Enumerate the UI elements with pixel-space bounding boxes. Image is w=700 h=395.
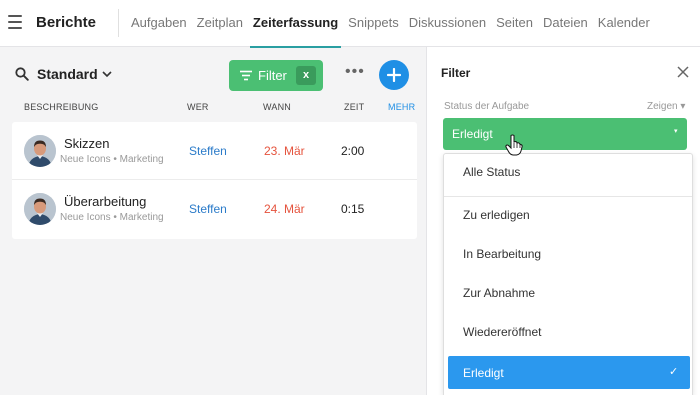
time-entries-panel: Standard Filter x ••• BESCHREIBUNG WER W… — [0, 47, 426, 395]
column-header-who: WER — [187, 102, 209, 112]
tab-dateien[interactable]: Dateien — [543, 0, 588, 47]
top-navigation: Berichte Aufgaben Zeitplan Zeiterfassung… — [0, 0, 700, 48]
entry-when: 23. Mär — [264, 144, 305, 158]
status-dropdown: Alle Status Zu erledigen In Bearbeitung … — [443, 153, 693, 395]
entry-time: 0:15 — [341, 202, 365, 216]
entry-title: Skizzen — [64, 136, 110, 151]
hand-cursor-icon — [505, 134, 523, 156]
check-icon: ✓ — [669, 366, 679, 378]
close-icon[interactable] — [677, 66, 689, 78]
more-options-icon[interactable]: ••• — [345, 64, 364, 83]
entries-list: Skizzen Neue Icons • Marketing Steffen 2… — [12, 122, 417, 239]
menu-icon[interactable] — [8, 15, 22, 29]
status-option-all[interactable]: Alle Status — [444, 154, 692, 190]
view-selector[interactable]: Standard — [37, 66, 98, 82]
clear-filter-button[interactable]: x — [296, 66, 316, 85]
entry-meta: Neue Icons • Marketing — [60, 154, 164, 165]
show-toggle[interactable]: Zeigen ▾ — [647, 101, 685, 112]
status-option-in-progress[interactable]: In Bearbeitung — [444, 236, 692, 272]
status-option-done[interactable]: Erledigt ✓ — [448, 356, 690, 389]
status-option-todo[interactable]: Zu erledigen — [444, 197, 692, 233]
status-select-value: Erledigt — [452, 127, 493, 141]
filter-button-label: Filter — [258, 68, 287, 83]
tab-zeitplan[interactable]: Zeitplan — [197, 0, 243, 47]
search-icon[interactable] — [15, 67, 29, 81]
status-select[interactable]: Erledigt ▾ — [443, 118, 687, 150]
column-header-time: ZEIT — [344, 102, 365, 112]
table-row[interactable]: Überarbeitung Neue Icons • Marketing Ste… — [12, 180, 417, 238]
tab-kalender[interactable]: Kalender — [598, 0, 650, 47]
status-option-review[interactable]: Zur Abnahme — [444, 275, 692, 311]
column-header-when: WANN — [263, 102, 291, 112]
column-header-description: BESCHREIBUNG — [24, 102, 99, 112]
entry-title: Überarbeitung — [64, 194, 147, 209]
filter-panel-title: Filter — [441, 66, 471, 80]
nav-divider — [118, 9, 119, 37]
tab-diskussionen[interactable]: Diskussionen — [409, 0, 486, 47]
tab-snippets[interactable]: Snippets — [348, 0, 399, 47]
entry-who[interactable]: Steffen — [189, 144, 227, 158]
status-filter-label: Status der Aufgabe — [444, 101, 530, 112]
app-title: Berichte — [36, 14, 97, 31]
avatar — [24, 193, 56, 225]
entry-time: 2:00 — [341, 144, 365, 158]
entry-meta: Neue Icons • Marketing — [60, 212, 164, 223]
plus-icon — [387, 68, 401, 82]
caret-down-icon: ▾ — [674, 128, 678, 135]
tab-zeiterfassung[interactable]: Zeiterfassung — [249, 0, 342, 48]
table-row[interactable]: Skizzen Neue Icons • Marketing Steffen 2… — [12, 122, 417, 180]
chevron-down-icon[interactable] — [101, 69, 113, 79]
entry-when: 24. Mär — [264, 202, 305, 216]
avatar — [24, 135, 56, 167]
add-entry-button[interactable] — [379, 60, 409, 90]
tab-aufgaben[interactable]: Aufgaben — [131, 0, 187, 47]
status-option-reopened[interactable]: Wiedereröffnet — [444, 314, 692, 350]
column-header-more[interactable]: MEHR — [388, 102, 415, 112]
tab-seiten[interactable]: Seiten — [496, 0, 533, 47]
filter-icon — [240, 70, 252, 81]
entry-who[interactable]: Steffen — [189, 202, 227, 216]
filter-panel: Filter Status der Aufgabe Zeigen ▾ Erled… — [426, 47, 700, 395]
nav-tabs: Aufgaben Zeitplan Zeiterfassung Snippets… — [131, 0, 660, 48]
